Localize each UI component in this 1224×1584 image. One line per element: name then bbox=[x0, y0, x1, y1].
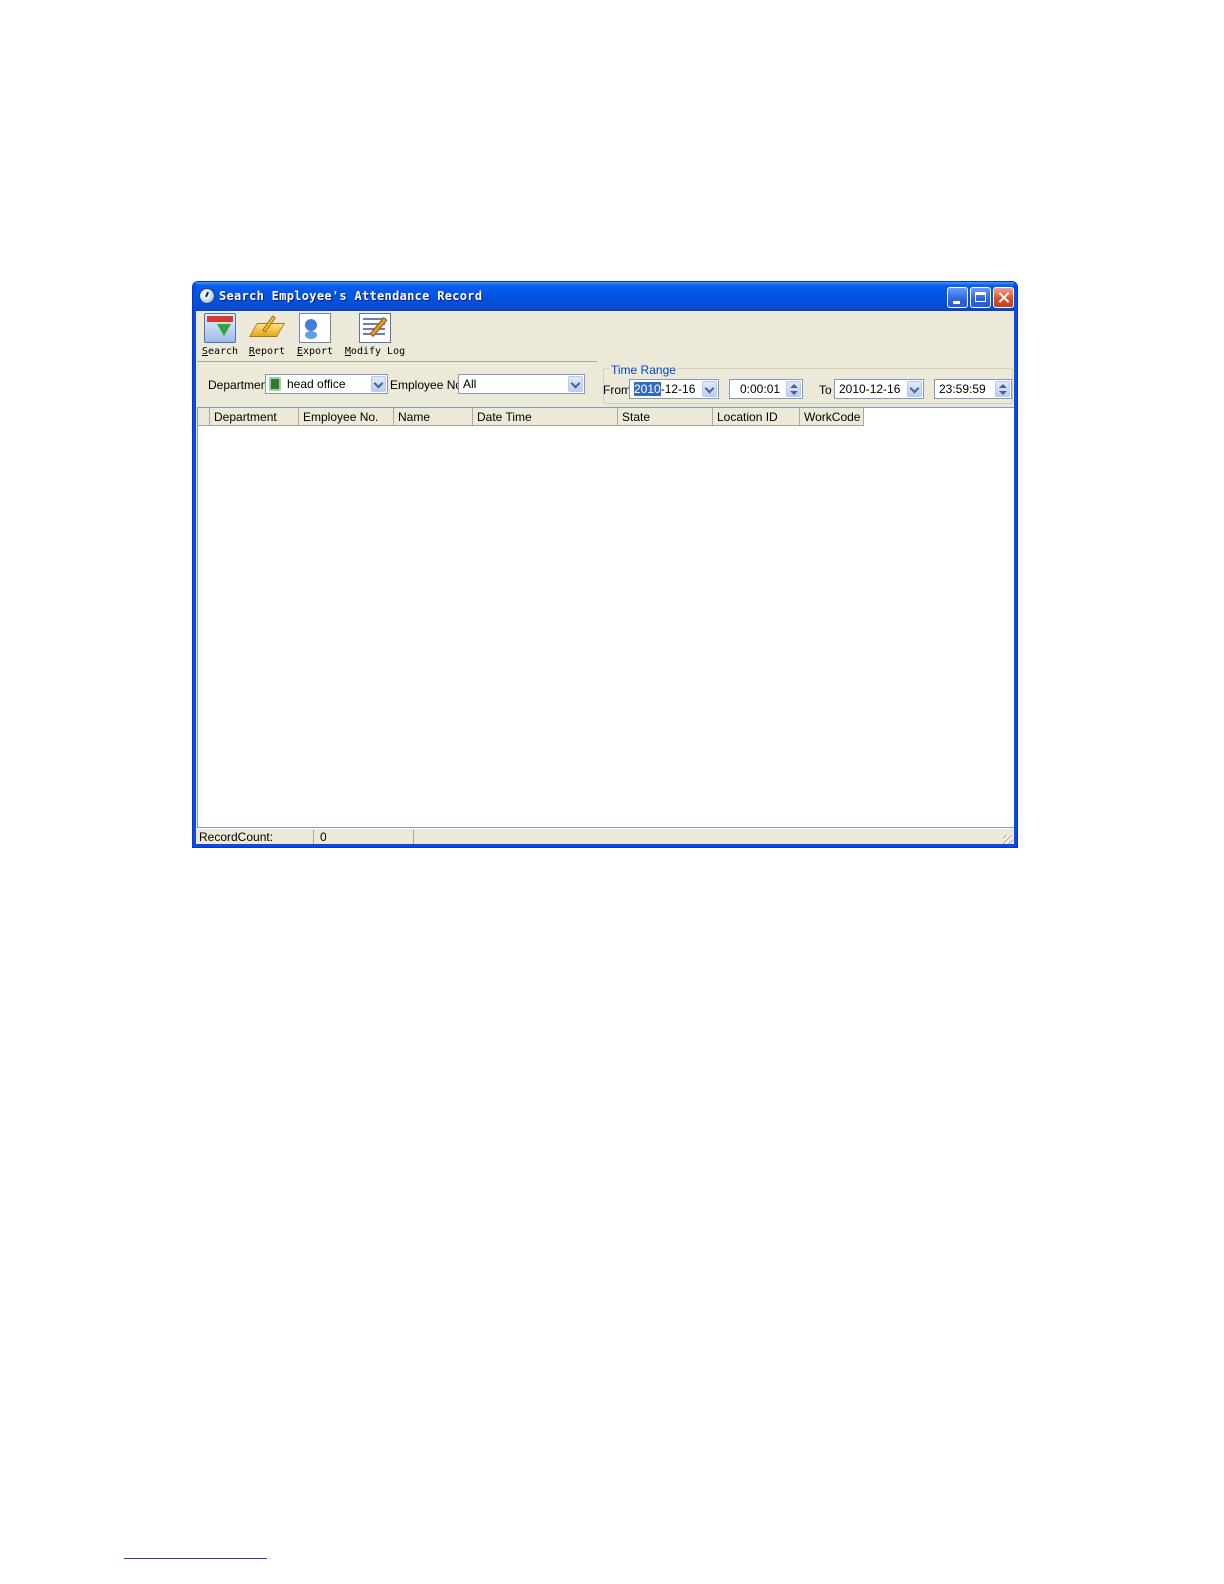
search-button-label: Search bbox=[201, 346, 239, 357]
spin-buttons[interactable] bbox=[995, 381, 1010, 397]
employee-no-select[interactable]: All bbox=[458, 374, 585, 394]
chevron-down-icon[interactable] bbox=[702, 381, 717, 397]
column-header-name[interactable]: Name bbox=[394, 408, 473, 426]
chevron-down-icon[interactable] bbox=[907, 381, 922, 397]
department-label: Department bbox=[208, 378, 271, 392]
column-header-department[interactable]: Department bbox=[210, 408, 299, 426]
spin-buttons[interactable] bbox=[786, 381, 801, 397]
from-label: From bbox=[603, 383, 631, 397]
from-date-picker[interactable]: 2010-12-16 bbox=[629, 379, 719, 399]
close-button[interactable] bbox=[993, 287, 1014, 308]
from-time-value: 0:00:01 bbox=[740, 382, 781, 396]
attendance-search-window: Search Employee's Attendance Record Sear… bbox=[192, 281, 1018, 848]
row-indicator-header bbox=[198, 408, 210, 426]
window-title: Search Employee's Attendance Record bbox=[219, 289, 483, 303]
spin-up-icon[interactable] bbox=[999, 384, 1007, 388]
department-select[interactable]: head office bbox=[265, 374, 388, 394]
record-count-label: RecordCount: bbox=[197, 830, 314, 846]
from-time-spinner[interactable]: 0:00:01 bbox=[729, 379, 803, 399]
attendance-records-grid[interactable]: Department Employee No. Name Date Time S… bbox=[197, 407, 1015, 828]
modify-log-button-label: Modify Log bbox=[344, 346, 406, 357]
footnote-divider bbox=[124, 1558, 267, 1559]
employee-no-value: All bbox=[463, 377, 477, 391]
column-header-workcode[interactable]: WorkCode bbox=[800, 408, 864, 426]
export-button-label: Export bbox=[296, 346, 334, 357]
modify-log-icon bbox=[359, 313, 391, 343]
to-date-value: 2010-12-16 bbox=[839, 382, 901, 396]
from-date-value: 2010-12-16 bbox=[634, 382, 695, 396]
time-range-legend: Time Range bbox=[609, 363, 678, 377]
resize-grip[interactable] bbox=[1003, 835, 1013, 845]
column-header-employee-no[interactable]: Employee No. bbox=[299, 408, 394, 426]
department-tree-icon bbox=[269, 377, 281, 391]
spin-down-icon[interactable] bbox=[790, 391, 798, 395]
grid-header: Department Employee No. Name Date Time S… bbox=[198, 408, 864, 426]
from-date-selected-part: 2010 bbox=[634, 382, 661, 396]
column-header-date-time[interactable]: Date Time bbox=[473, 408, 618, 426]
report-icon bbox=[251, 313, 283, 343]
column-header-location-id[interactable]: Location ID bbox=[713, 408, 800, 426]
app-clock-icon bbox=[199, 288, 215, 304]
minimize-button[interactable] bbox=[947, 287, 968, 308]
employee-no-label: Employee No. bbox=[390, 378, 466, 392]
department-value: head office bbox=[287, 377, 346, 391]
spin-down-icon[interactable] bbox=[999, 391, 1007, 395]
to-time-spinner[interactable]: 23:59:59 bbox=[934, 379, 1012, 399]
search-icon bbox=[204, 313, 236, 343]
status-bar: RecordCount: 0 bbox=[197, 828, 1015, 847]
search-button[interactable]: Search bbox=[201, 313, 239, 359]
chevron-down-icon[interactable] bbox=[568, 376, 583, 392]
toolbar: Search Report Export Modify Log bbox=[197, 312, 1013, 360]
to-label: To bbox=[819, 383, 832, 397]
column-header-state[interactable]: State bbox=[618, 408, 713, 426]
report-button[interactable]: Report bbox=[247, 313, 287, 359]
from-date-rest: -12-16 bbox=[660, 382, 696, 396]
export-button[interactable]: Export bbox=[295, 313, 335, 359]
chevron-down-icon[interactable] bbox=[371, 376, 386, 392]
spin-up-icon[interactable] bbox=[790, 384, 798, 388]
to-time-value: 23:59:59 bbox=[939, 382, 986, 396]
modify-log-button[interactable]: Modify Log bbox=[343, 313, 407, 359]
record-count-value: 0 bbox=[317, 830, 414, 846]
maximize-button[interactable] bbox=[970, 287, 991, 308]
title-bar[interactable]: Search Employee's Attendance Record bbox=[193, 282, 1017, 311]
export-icon bbox=[299, 313, 331, 343]
report-button-label: Report bbox=[248, 346, 286, 357]
to-date-picker[interactable]: 2010-12-16 bbox=[834, 379, 924, 399]
